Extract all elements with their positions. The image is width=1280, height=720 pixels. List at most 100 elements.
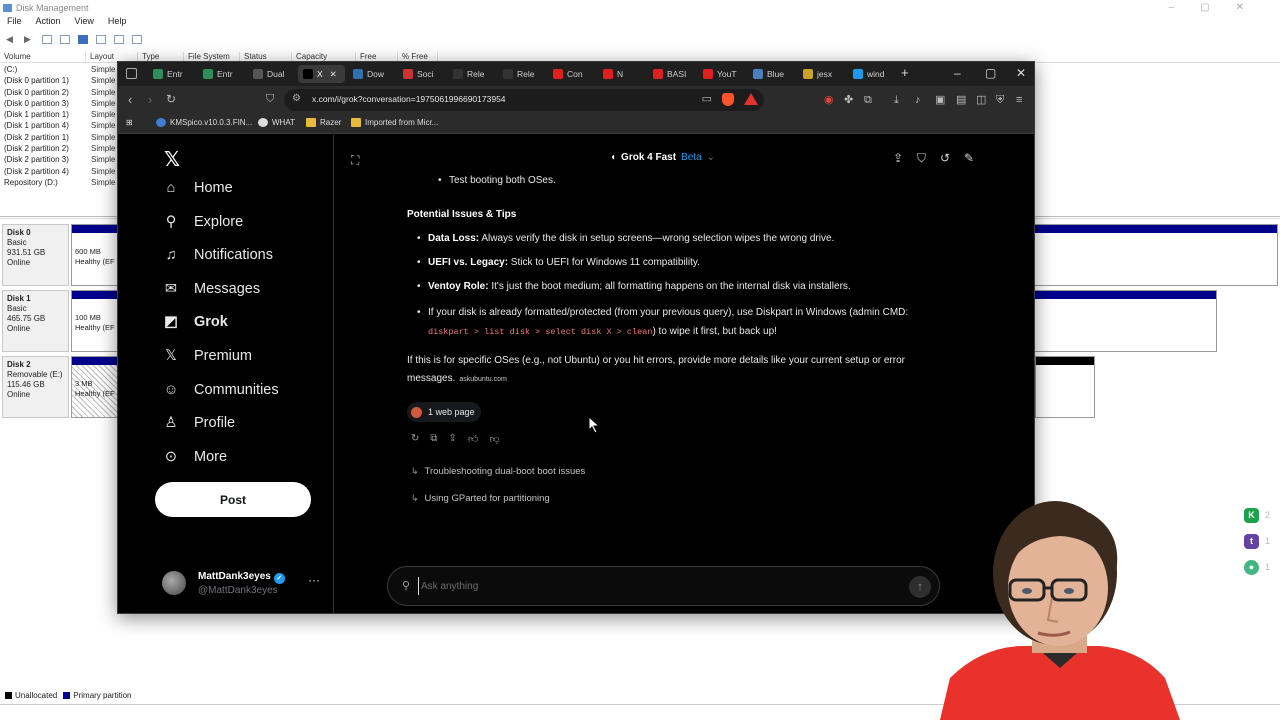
- help-icon[interactable]: [78, 34, 88, 44]
- regenerate-icon[interactable]: ↻: [411, 433, 419, 445]
- toolbar-connect-icon[interactable]: [114, 34, 124, 44]
- citation-link[interactable]: askubuntu.com: [459, 376, 506, 383]
- expand-icon[interactable]: ⛶: [351, 153, 359, 168]
- dm-menu-view[interactable]: View: [75, 16, 94, 30]
- history-icon[interactable]: ↺: [940, 151, 950, 165]
- bookmark-item[interactable]: WHAT: [258, 118, 295, 127]
- vpn-shield-icon[interactable]: ⛨: [996, 94, 1004, 106]
- site-info-icon[interactable]: ⚙: [292, 93, 301, 104]
- browser-tab[interactable]: Dual: [248, 65, 295, 83]
- web-sources-chip[interactable]: 1 web page: [407, 402, 481, 422]
- col-volume[interactable]: Volume: [0, 52, 86, 62]
- volume-row[interactable]: (Disk 1 partition 4) Simple: [4, 120, 124, 131]
- share-icon[interactable]: ⇪: [449, 433, 457, 445]
- disk-label[interactable]: Disk 2 Removable (E:) 115.46 GB Online: [2, 356, 69, 418]
- camera-icon[interactable]: ▣: [935, 94, 945, 106]
- browser-tab[interactable]: jesx: [798, 65, 845, 83]
- volume-row[interactable]: (Disk 0 partition 3) Simple: [4, 98, 124, 109]
- copy-icon[interactable]: ⧉: [430, 433, 437, 445]
- volume-row[interactable]: Repository (D:) Simple: [4, 177, 124, 188]
- bookmark-item[interactable]: Imported from Micr...: [351, 118, 438, 127]
- browser-tab[interactable]: Con: [548, 65, 595, 83]
- browser-menu-icon[interactable]: [126, 68, 137, 79]
- attach-icon[interactable]: ⚲: [402, 579, 410, 592]
- reload-icon[interactable]: ↻: [166, 92, 176, 107]
- x-logo-icon[interactable]: 𝕏: [164, 147, 180, 171]
- url-bar[interactable]: ⚙ x.com/i/grok?conversation=197506199669…: [284, 89, 764, 111]
- dm-menu-action[interactable]: Action: [36, 16, 61, 30]
- share-icon[interactable]: ⇪: [893, 151, 903, 165]
- browser-tab[interactable]: Dow: [348, 65, 395, 83]
- cast-icon[interactable]: ▭: [702, 92, 712, 105]
- nav-item-premium[interactable]: 𝕏 Premium: [162, 347, 252, 365]
- more-dots-icon[interactable]: ···: [308, 573, 320, 587]
- nav-item-explore[interactable]: ⚲ Explore: [162, 213, 243, 231]
- nav-item-communities[interactable]: ☺ Communities: [162, 381, 279, 399]
- download-icon[interactable]: ⤓: [894, 94, 899, 106]
- media-icon[interactable]: ♪: [915, 94, 921, 106]
- back-icon[interactable]: ‹: [128, 92, 132, 107]
- extension-puzzle-icon[interactable]: ✤: [844, 94, 853, 106]
- browser-tab[interactable]: Blue: [748, 65, 795, 83]
- browser-tab[interactable]: Entr: [148, 65, 195, 83]
- browser-tab[interactable]: YouT: [698, 65, 745, 83]
- bookmark-icon[interactable]: ⛉: [266, 92, 274, 107]
- model-selector[interactable]: ◖ Grok 4 Fast Beta ⌄: [610, 152, 715, 163]
- volume-row[interactable]: (Disk 2 partition 4) Simple: [4, 166, 124, 177]
- bookmark-icon[interactable]: ⛉: [917, 151, 926, 166]
- forward-icon[interactable]: ▶: [24, 34, 34, 44]
- volume-row[interactable]: (Disk 0 partition 1) Simple: [4, 75, 124, 86]
- dm-window-controls[interactable]: –▢✕: [1169, 0, 1270, 16]
- record-icon[interactable]: ◉: [824, 94, 834, 106]
- browser-tab[interactable]: Entr: [198, 65, 245, 83]
- nav-item-more[interactable]: ⊙ More: [162, 448, 227, 466]
- bookmark-item[interactable]: KMSpico.v10.0.3.FIN...: [156, 118, 252, 127]
- browser-tab[interactable]: N: [598, 65, 645, 83]
- volume-row[interactable]: (C:) Simple: [4, 64, 124, 75]
- back-icon[interactable]: ◀: [6, 34, 16, 44]
- brave-rewards-icon[interactable]: [744, 92, 758, 105]
- disk-label[interactable]: Disk 1 Basic 465.75 GB Online: [2, 290, 69, 352]
- send-arrow-icon[interactable]: ↑: [909, 576, 931, 598]
- url-text[interactable]: x.com/i/grok?conversation=19750619966901…: [312, 94, 506, 104]
- screenshot-icon[interactable]: ⧉: [864, 94, 872, 106]
- browser-tab[interactable]: Rele: [448, 65, 495, 83]
- browser-tab[interactable]: X ✕: [298, 65, 345, 83]
- sidebar-toggle-icon[interactable]: ◫: [976, 94, 986, 106]
- close-window-icon[interactable]: ✕: [1016, 66, 1026, 80]
- toolbar-props-icon[interactable]: [60, 34, 70, 44]
- forward-icon[interactable]: ›: [148, 92, 152, 107]
- toolbar-settings-icon[interactable]: [132, 34, 142, 44]
- browser-tab[interactable]: BASI: [648, 65, 695, 83]
- volume-row[interactable]: (Disk 0 partition 2) Simple: [4, 87, 124, 98]
- post-button[interactable]: Post: [155, 482, 311, 517]
- wallet-icon[interactable]: ▤: [956, 94, 966, 106]
- volume-row[interactable]: (Disk 2 partition 2) Simple: [4, 143, 124, 154]
- nav-item-grok[interactable]: ◩ Grok: [162, 313, 228, 331]
- toolbar-view-icon[interactable]: [42, 34, 52, 44]
- browser-tab[interactable]: Rele: [498, 65, 545, 83]
- new-chat-icon[interactable]: ✎: [964, 151, 974, 165]
- nav-item-profile[interactable]: ♙ Profile: [162, 414, 236, 432]
- thumbs-up-icon[interactable]: 👍︎: [468, 433, 478, 445]
- apps-grid-icon[interactable]: ⊞: [126, 118, 133, 127]
- suggestion-item[interactable]: ↳ Troubleshooting dual-boot boot issues: [411, 466, 585, 477]
- account-switcher[interactable]: MattDank3eyes ✓ @MattDank3eyes ···: [162, 567, 322, 603]
- volume-row[interactable]: (Disk 1 partition 1) Simple: [4, 109, 124, 120]
- browser-tab[interactable]: wind: [848, 65, 895, 83]
- browser-tab[interactable]: Soci: [398, 65, 445, 83]
- maximize-icon[interactable]: ▢: [985, 66, 996, 80]
- minimize-icon[interactable]: –: [954, 66, 961, 80]
- brave-shields-icon[interactable]: [722, 93, 734, 106]
- nav-item-home[interactable]: ⌂ Home: [162, 179, 233, 197]
- suggestion-item[interactable]: ↳ Using GParted for partitioning: [411, 493, 550, 504]
- disk-label[interactable]: Disk 0 Basic 931.51 GB Online: [2, 224, 69, 286]
- toolbar-list-icon[interactable]: [96, 34, 106, 44]
- thumbs-down-icon[interactable]: 👎︎: [489, 433, 499, 445]
- volume-row[interactable]: (Disk 2 partition 3) Simple: [4, 154, 124, 165]
- close-tab-icon[interactable]: ✕: [330, 69, 337, 80]
- dm-menu-file[interactable]: File: [7, 16, 22, 30]
- dm-menu-help[interactable]: Help: [108, 16, 127, 30]
- nav-item-notifications[interactable]: ♫ Notifications: [162, 246, 273, 264]
- new-tab-button[interactable]: +: [901, 66, 909, 80]
